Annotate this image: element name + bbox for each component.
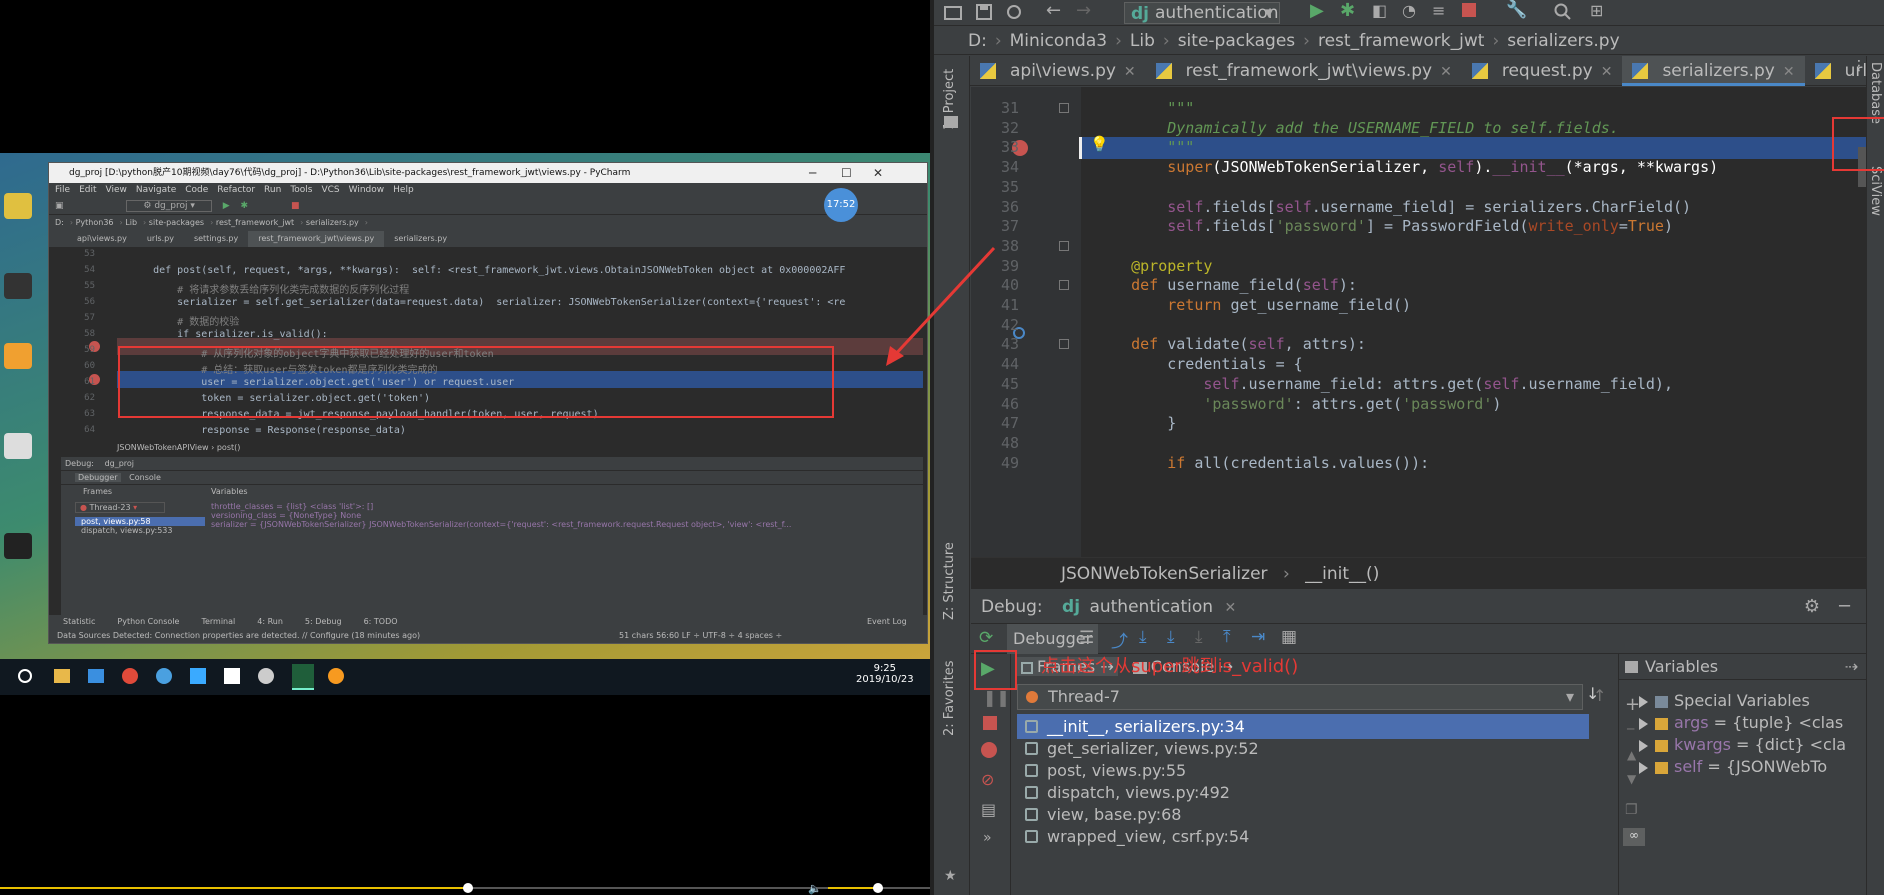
annotation-arrow — [886, 246, 996, 366]
